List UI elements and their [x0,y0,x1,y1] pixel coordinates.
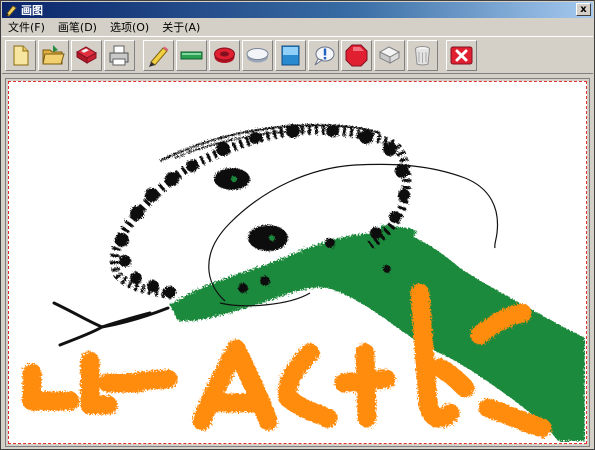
ellipse-tool-button[interactable] [209,39,240,71]
right-eye [248,225,288,251]
left-eye [214,168,250,190]
fill-tool-button[interactable] [407,39,438,71]
canvas-frame [5,78,590,447]
pencil-icon [149,46,169,67]
bucket-icon [415,45,430,65]
canvas-border [8,81,587,444]
print-button[interactable] [104,39,135,71]
polygon-icon [345,44,368,66]
clear-button[interactable] [446,39,477,71]
whiskers [52,301,170,347]
line-icon [180,51,203,59]
polygon-tool-button[interactable] [341,39,372,71]
clear-x-icon [450,46,473,64]
eraser-tool-button[interactable] [374,39,405,71]
toolbar [2,36,593,74]
rectangle-tool-button[interactable] [275,39,306,71]
pencil-tool-button[interactable] [143,39,174,71]
brush-icon [5,5,17,17]
menu-bar: 文件(F) 画笔(D) 选项(O) 关于(A) [2,19,593,36]
ellipse-outline-icon [214,47,235,63]
close-button[interactable]: x [576,3,591,16]
open-button[interactable] [38,39,69,71]
menu-file[interactable]: 文件(F) [2,20,52,35]
window-title: 画图 [21,4,43,17]
menu-pen[interactable]: 画笔(D) [52,20,104,35]
drawing-canvas[interactable] [10,83,585,442]
paint-window: 画图 x 文件(F) 画笔(D) 选项(O) 关于(A) [0,0,595,450]
open-folder-icon [42,44,65,64]
filled-ellipse-icon [246,47,269,62]
line-tool-button[interactable] [176,39,207,71]
rectangle-icon [281,45,300,65]
print-icon [109,45,129,65]
eraser-icon [378,45,401,64]
text-tool-button[interactable] [308,39,339,71]
title-bar[interactable]: 画图 x [2,2,593,18]
drawing-svg [22,123,585,441]
new-button[interactable] [5,39,36,71]
black-dot [383,265,391,273]
new-file-icon [13,45,29,65]
save-button[interactable] [71,39,102,71]
filled-ellipse-tool-button[interactable] [242,39,273,71]
menu-options[interactable]: 选项(O) [104,20,156,35]
save-disk-icon [76,45,97,64]
text-balloon-icon [314,46,335,65]
menu-about[interactable]: 关于(A) [156,20,207,35]
